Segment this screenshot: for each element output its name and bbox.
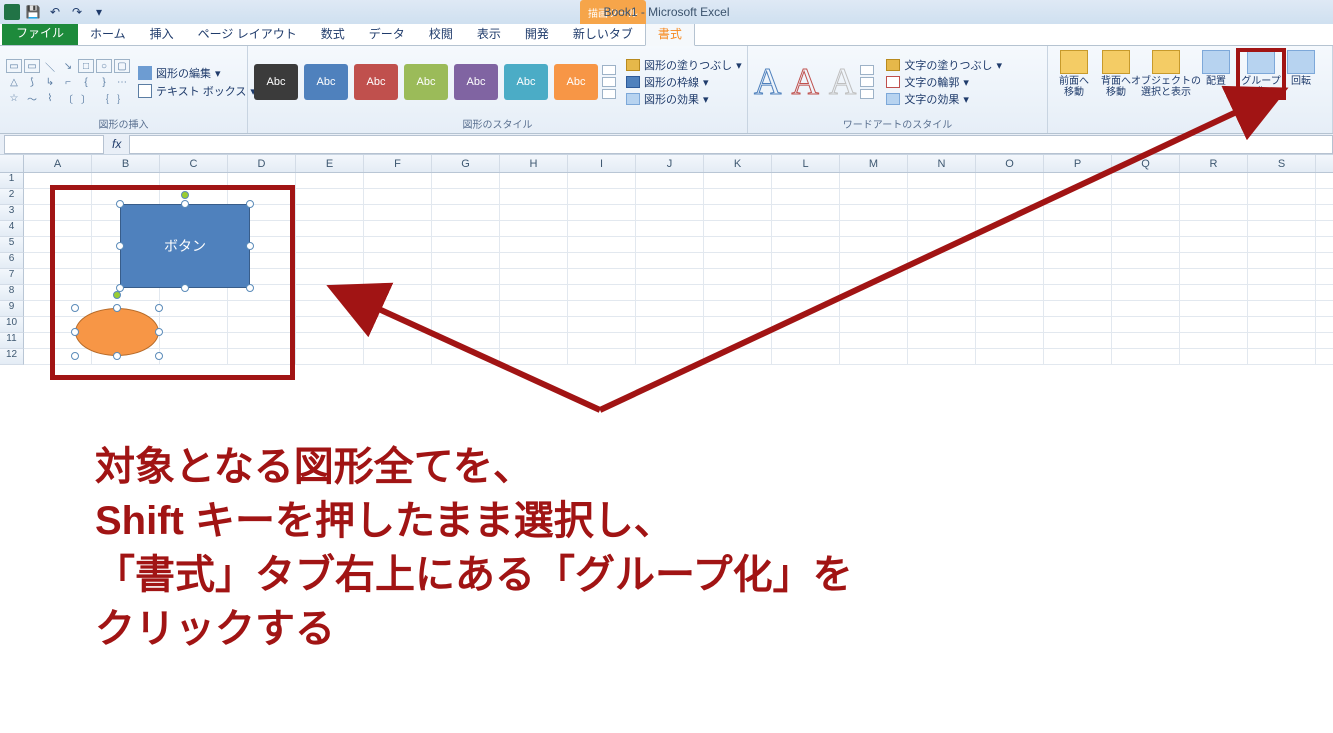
annotation-arrows [0,0,1333,733]
